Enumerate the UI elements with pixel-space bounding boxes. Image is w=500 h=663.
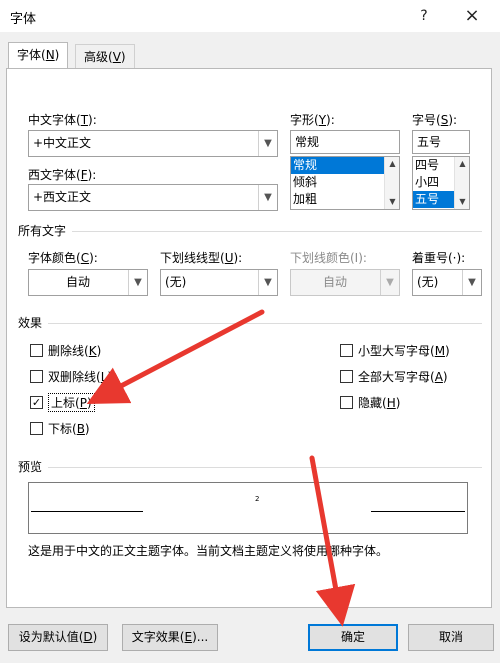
scroll-up-icon[interactable]: ▲ [385,157,399,171]
hidden-label[interactable]: 隐藏(H) [358,394,400,411]
scroll-down-icon[interactable]: ▼ [385,195,399,209]
scroll-down-icon[interactable]: ▼ [455,195,469,209]
western-font-value: +西文正文 [33,190,92,204]
strikethrough-checkbox[interactable] [30,344,43,357]
help-icon[interactable]: ? [410,4,438,28]
chevron-down-icon[interactable]: ▼ [258,270,277,295]
tab-advanced[interactable]: 高级(V) [75,44,135,69]
list-item[interactable]: 常规 [291,157,399,174]
scroll-up-icon[interactable]: ▲ [455,157,469,171]
chinese-font-combo[interactable]: +中文正文 ▼ [28,130,278,157]
section-divider [72,231,482,232]
preview-baseline-left [31,511,143,512]
font-style-input[interactable]: 常规 [290,130,400,154]
section-divider [48,467,482,468]
chevron-down-icon: ▼ [380,270,399,295]
font-color-value: 自动 [65,275,90,289]
subscript-checkbox[interactable] [30,422,43,435]
strikethrough-label[interactable]: 删除线(K) [48,342,101,359]
emphasis-label: 着重号(·): [412,251,466,265]
small-caps-checkbox[interactable] [340,344,353,357]
small-caps-label[interactable]: 小型大写字母(M) [358,342,450,359]
preview-title: 预览 [18,460,43,474]
preview-box: 2 [28,482,468,534]
double-strikethrough-checkbox[interactable] [30,370,43,383]
font-size-input[interactable]: 五号 [412,130,470,154]
list-item[interactable]: 倾斜 [291,174,399,191]
ok-button[interactable]: 确定 [308,624,398,651]
underline-color-value: 自动 [322,275,347,289]
chevron-down-icon[interactable]: ▼ [258,131,277,156]
font-color-combo[interactable]: 自动 ▼ [28,269,148,296]
double-strikethrough-label[interactable]: 双删除线(L) [48,368,112,385]
chinese-font-value: +中文正文 [33,136,92,150]
font-style-list[interactable]: 常规 倾斜 加粗 ▲ ▼ [290,156,400,210]
dialog-title: 字体 [10,12,37,27]
emphasis-combo[interactable]: (无) ▼ [412,269,482,296]
all-text-title: 所有文字 [18,224,67,238]
emphasis-value: (无) [417,275,439,289]
chevron-down-icon[interactable]: ▼ [258,185,277,210]
superscript-label[interactable]: 上标(P) [48,393,95,412]
set-default-button[interactable]: 设为默认值(D) [8,624,108,651]
chevron-down-icon[interactable]: ▼ [462,270,481,295]
preview-description: 这是用于中文的正文主题字体。当前文档主题定义将使用哪种字体。 [28,544,389,558]
all-caps-label[interactable]: 全部大写字母(A) [358,368,448,385]
list-item[interactable]: 加粗 [291,191,399,208]
subscript-label[interactable]: 下标(B) [48,420,90,437]
underline-style-label: 下划线线型(U): [160,251,243,265]
chevron-down-icon[interactable]: ▼ [128,270,147,295]
effects-title: 效果 [18,316,43,330]
cancel-button[interactable]: 取消 [408,624,494,651]
font-style-label: 字形(Y): [290,113,335,127]
preview-sample: 2 [255,495,260,503]
scrollbar[interactable]: ▲ ▼ [454,157,469,209]
font-size-list[interactable]: 四号 小四 五号 ▲ ▼ [412,156,470,210]
western-font-label: 西文字体(F): [28,168,97,182]
all-caps-checkbox[interactable] [340,370,353,383]
chinese-font-label: 中文字体(T): [28,113,97,127]
font-color-label: 字体颜色(C): [28,251,98,265]
underline-style-combo[interactable]: (无) ▼ [160,269,278,296]
underline-color-label: 下划线颜色(I): [290,251,367,265]
scrollbar[interactable]: ▲ ▼ [384,157,399,209]
western-font-combo[interactable]: +西文正文 ▼ [28,184,278,211]
underline-style-value: (无) [165,275,187,289]
font-size-label: 字号(S): [412,113,458,127]
text-effects-button[interactable]: 文字效果(E)... [122,624,218,651]
tab-font[interactable]: 字体(N) [8,42,69,69]
preview-baseline-right [371,511,465,512]
close-icon[interactable]: × [458,4,486,28]
underline-color-combo: 自动 ▼ [290,269,400,296]
hidden-checkbox[interactable] [340,396,353,409]
section-divider [48,323,482,324]
superscript-checkbox[interactable]: ✓ [30,396,43,409]
